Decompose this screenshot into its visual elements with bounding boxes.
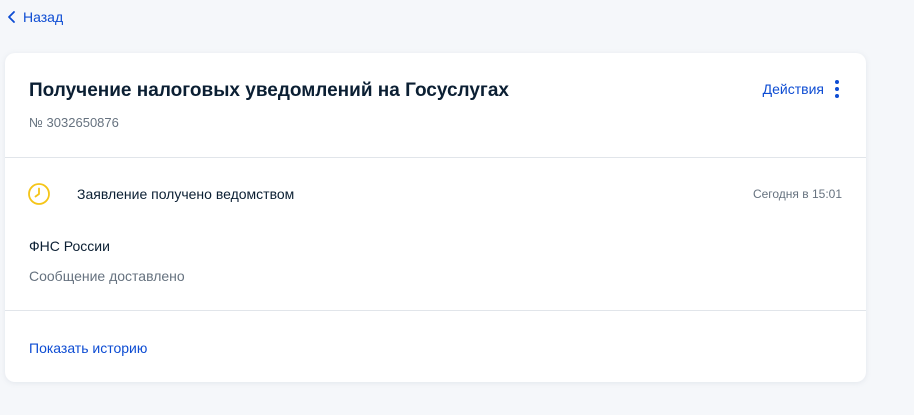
status-row: Заявление получено ведомством Сегодня в …: [27, 182, 842, 206]
page-title: Получение налоговых уведомлений на Госус…: [29, 80, 509, 101]
status-section: Заявление получено ведомством Сегодня в …: [5, 158, 866, 311]
chevron-left-icon: [8, 11, 15, 23]
application-number: № 3032650876: [29, 115, 119, 130]
status-message: Сообщение доставлено: [29, 268, 185, 284]
status-timestamp: Сегодня в 15:01: [752, 187, 842, 201]
show-history-link[interactable]: Показать историю: [29, 340, 147, 356]
organization-name: ФНС России: [29, 238, 110, 254]
clock-icon: [28, 183, 50, 205]
back-link-label: Назад: [23, 9, 64, 25]
card-header: Получение налоговых уведомлений на Госус…: [5, 53, 866, 158]
application-card: Получение налоговых уведомлений на Госус…: [5, 53, 866, 382]
more-vertical-icon: [834, 80, 840, 98]
actions-button[interactable]: Действия: [763, 80, 840, 98]
back-link[interactable]: Назад: [6, 9, 63, 25]
actions-label: Действия: [762, 81, 824, 97]
status-text: Заявление получено ведомством: [77, 186, 295, 202]
